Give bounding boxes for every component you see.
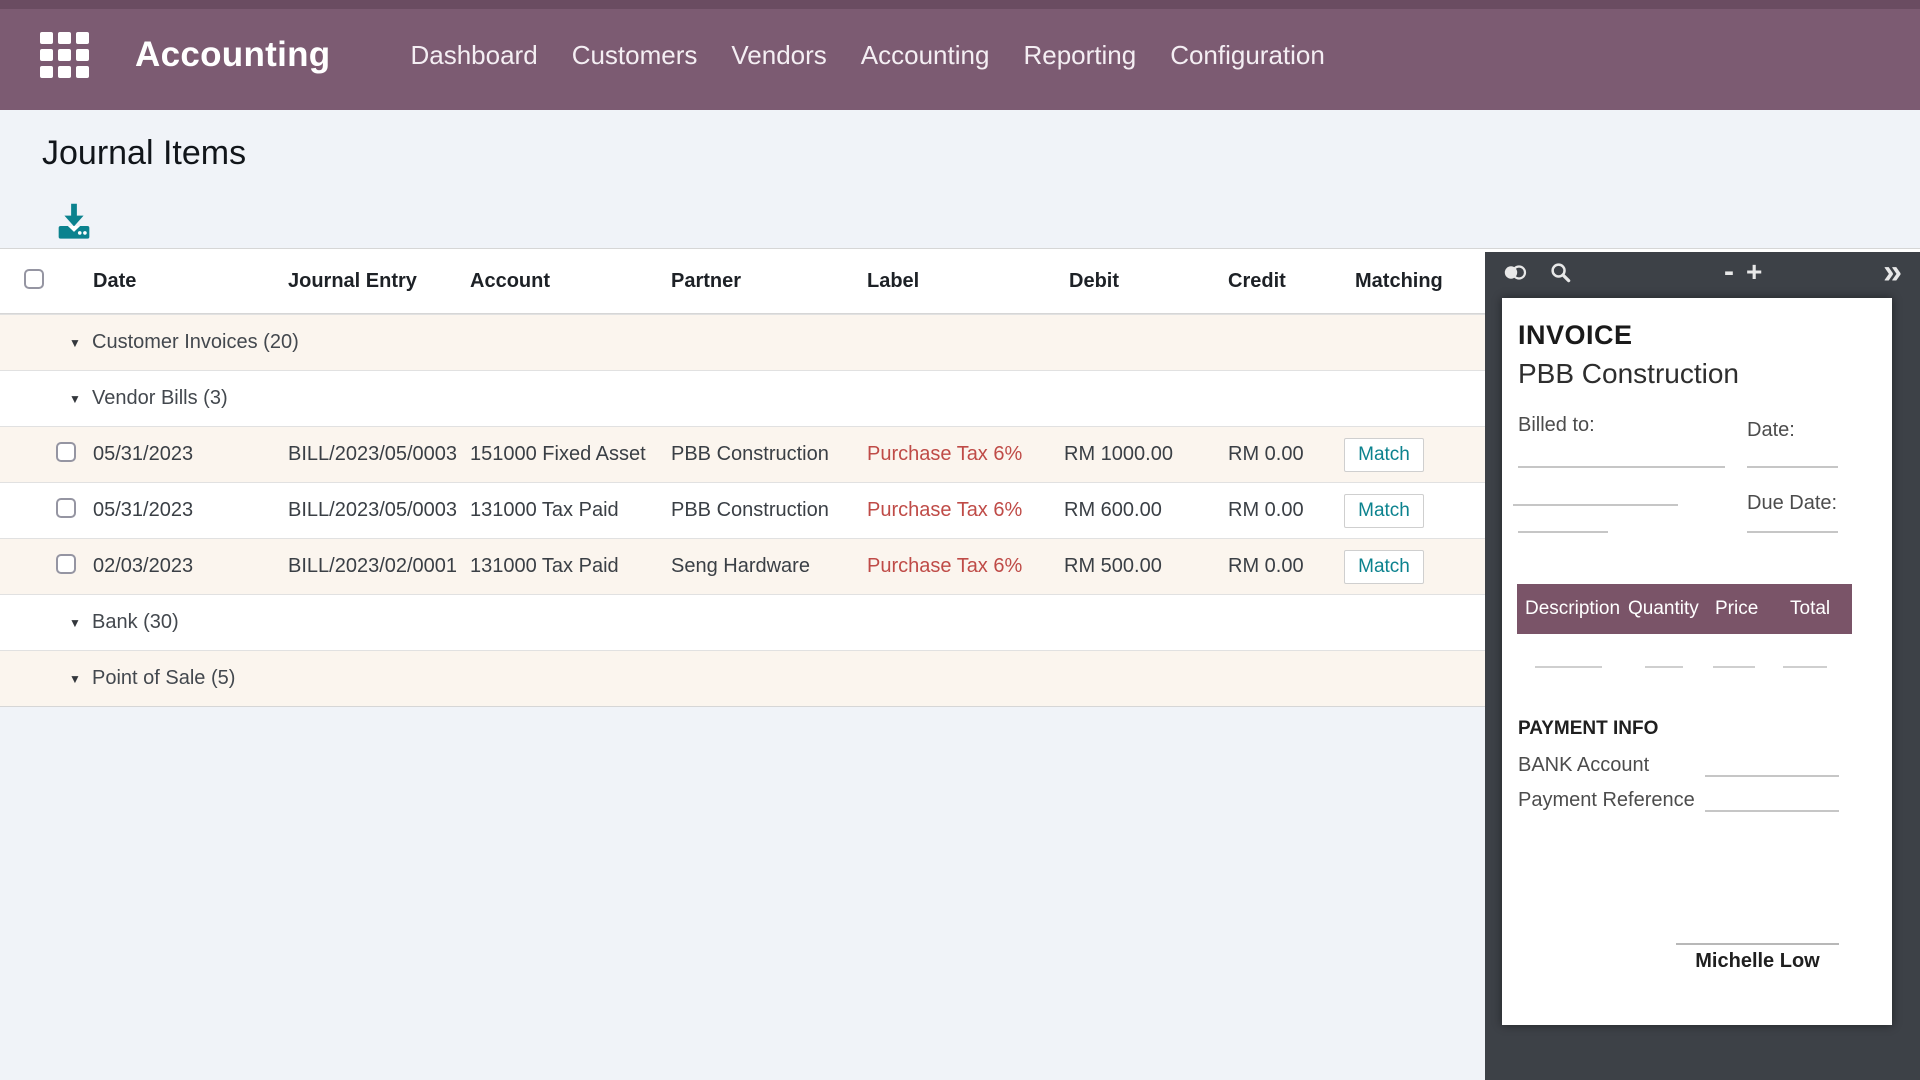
match-button[interactable]: Match [1344, 494, 1424, 528]
signature-name: Michelle Low [1676, 950, 1839, 973]
nav-item-accounting[interactable]: Accounting [861, 40, 990, 71]
billed-to-label: Billed to: [1518, 414, 1595, 437]
nav-item-vendors[interactable]: Vendors [731, 40, 826, 71]
download-button[interactable] [50, 198, 98, 246]
invoice-items-header: Description Quantity Price Total [1517, 584, 1852, 634]
group-label: Point of Sale (5) [92, 667, 235, 690]
match-button[interactable]: Match [1344, 438, 1424, 472]
col-header-date[interactable]: Date [93, 270, 288, 293]
select-all-checkbox[interactable] [24, 269, 44, 289]
group-expand-triangle-icon: ▼ [69, 392, 85, 406]
bank-account-line [1705, 775, 1839, 777]
cell-journal-entry: BILL/2023/02/0001 [288, 555, 470, 578]
invoice-preview-page: INVOICE PBB Construction Billed to: Date… [1502, 298, 1892, 1025]
cell-partner: PBB Construction [671, 443, 867, 466]
col-header-debit[interactable]: Debit [1064, 270, 1228, 293]
cell-date: 05/31/2023 [93, 443, 288, 466]
col-header-journal-entry[interactable]: Journal Entry [288, 270, 470, 293]
cell-debit: RM 1000.00 [1064, 443, 1228, 466]
cell-partner: Seng Hardware [671, 555, 867, 578]
collapse-panel-icon[interactable]: » [1883, 262, 1902, 282]
group-expand-triangle-icon: ▼ [69, 616, 85, 630]
item-blank-quantity [1645, 666, 1683, 668]
cell-debit: RM 500.00 [1064, 555, 1228, 578]
cell-journal-entry: BILL/2023/05/0003 [288, 499, 470, 522]
toggle-view-icon[interactable] [1503, 264, 1527, 281]
cell-debit: RM 600.00 [1064, 499, 1228, 522]
row-select-cell [0, 554, 93, 580]
cell-label: Purchase Tax 6% [867, 555, 1064, 578]
row-checkbox[interactable] [56, 442, 76, 462]
nav-item-configuration[interactable]: Configuration [1170, 40, 1325, 71]
cell-journal-entry: BILL/2023/05/0003 [288, 443, 470, 466]
bank-account-label: BANK Account [1518, 754, 1649, 777]
nav-item-customers[interactable]: Customers [572, 40, 698, 71]
preview-toolbar: - + » [1485, 252, 1920, 292]
item-blank-price [1713, 666, 1755, 668]
cell-date: 02/03/2023 [93, 555, 288, 578]
cell-account: 131000 Tax Paid [470, 555, 671, 578]
cell-credit: RM 0.00 [1228, 555, 1344, 578]
select-all-cell [0, 269, 93, 294]
items-col-quantity: Quantity [1628, 598, 1715, 620]
invoice-company-name: PBB Construction [1518, 358, 1739, 390]
cell-label: Purchase Tax 6% [867, 443, 1064, 466]
due-date-label: Due Date: [1747, 492, 1837, 515]
col-header-credit[interactable]: Credit [1228, 270, 1344, 293]
date-label: Date: [1747, 419, 1795, 442]
cell-account: 151000 Fixed Asset [470, 443, 671, 466]
group-label: Customer Invoices (20) [92, 331, 299, 354]
group-label: Vendor Bills (3) [92, 387, 228, 410]
items-col-total: Total [1790, 598, 1852, 620]
group-expand-triangle-icon: ▼ [69, 672, 85, 686]
row-select-cell [0, 442, 93, 468]
cell-date: 05/31/2023 [93, 499, 288, 522]
page-title: Journal Items [42, 134, 246, 173]
zoom-in-icon[interactable]: + [1746, 262, 1762, 282]
nav-item-reporting[interactable]: Reporting [1023, 40, 1136, 71]
cell-partner: PBB Construction [671, 499, 867, 522]
row-checkbox[interactable] [56, 498, 76, 518]
download-icon [51, 198, 97, 244]
col-header-partner[interactable]: Partner [671, 270, 867, 293]
billed-to-line-2 [1513, 504, 1678, 506]
signature-line [1676, 943, 1839, 945]
row-select-cell [0, 498, 93, 524]
date-line [1747, 466, 1838, 468]
billed-to-line-1 [1518, 466, 1725, 468]
zoom-out-icon[interactable]: - [1724, 262, 1734, 282]
group-expand-triangle-icon: ▼ [69, 336, 85, 350]
cell-label: Purchase Tax 6% [867, 499, 1064, 522]
col-header-account[interactable]: Account [470, 270, 671, 293]
item-blank-total [1783, 666, 1827, 668]
row-checkbox[interactable] [56, 554, 76, 574]
invoice-title: INVOICE [1518, 320, 1633, 351]
match-button[interactable]: Match [1344, 550, 1424, 584]
due-date-line [1747, 531, 1838, 533]
cell-account: 131000 Tax Paid [470, 499, 671, 522]
col-header-label[interactable]: Label [867, 270, 1064, 293]
app-title: Accounting [135, 35, 330, 75]
nav-item-dashboard[interactable]: Dashboard [410, 40, 537, 71]
document-preview-panel: - + » INVOICE PBB Construction Billed to… [1485, 252, 1920, 1080]
group-label: Bank (30) [92, 611, 179, 634]
top-navbar: Accounting Dashboard Customers Vendors A… [0, 0, 1920, 110]
cell-credit: RM 0.00 [1228, 499, 1344, 522]
payment-reference-line [1705, 810, 1839, 812]
apps-grid-icon[interactable] [40, 32, 89, 78]
items-col-description: Description [1517, 598, 1628, 620]
items-col-price: Price [1715, 598, 1790, 620]
billed-to-line-3 [1518, 531, 1608, 533]
main-menu: Dashboard Customers Vendors Accounting R… [410, 40, 1324, 71]
screen: Accounting Dashboard Customers Vendors A… [0, 0, 1920, 1080]
search-icon[interactable] [1549, 261, 1572, 284]
payment-reference-label: Payment Reference [1518, 789, 1695, 812]
item-blank-description [1535, 666, 1602, 668]
cell-credit: RM 0.00 [1228, 443, 1344, 466]
payment-info-title: PAYMENT INFO [1518, 718, 1658, 740]
